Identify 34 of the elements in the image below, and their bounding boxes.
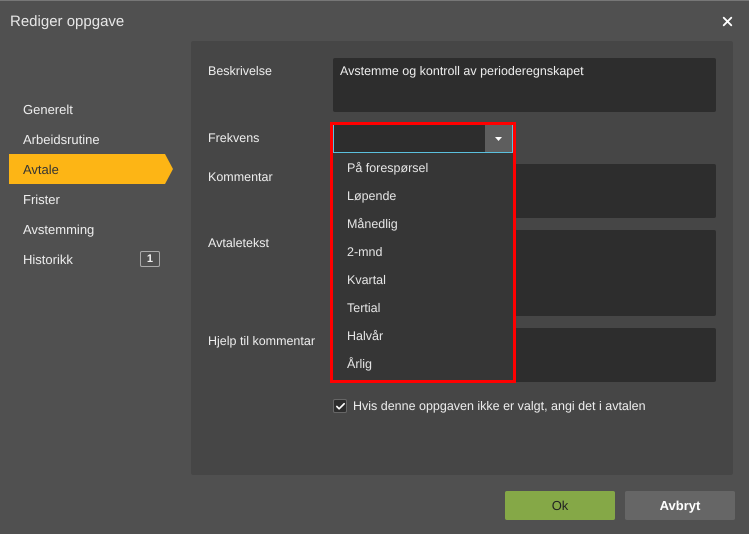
- window-title: Rediger oppgave: [10, 12, 124, 30]
- sidebar-item[interactable]: Arbeidsrutine: [9, 124, 160, 154]
- sidebar-item[interactable]: Avtale: [9, 154, 173, 184]
- count-badge: 1: [140, 251, 160, 267]
- dropdown-option[interactable]: Halvår: [333, 322, 513, 350]
- field-label: Frekvens: [208, 130, 260, 147]
- dropdown-option[interactable]: Kvartal: [333, 266, 513, 294]
- field-label: Beskrivelse: [208, 63, 273, 80]
- sidebar-item-label: Avstemming: [23, 222, 94, 236]
- sidebar-item-label: Arbeidsrutine: [23, 132, 100, 146]
- checkbox-label: Hvis denne oppgaven ikke er valgt, angi det i avtalen: [353, 399, 646, 413]
- dropdown-option[interactable]: Årlig: [333, 350, 513, 378]
- sidebar-item[interactable]: Historikk 1: [9, 244, 160, 274]
- ok-button[interactable]: Ok: [505, 491, 615, 520]
- caret-icon: [495, 136, 502, 140]
- field-label: Kommentar: [208, 169, 274, 186]
- field-label: Avtaletekst: [208, 235, 270, 252]
- sidebar-item[interactable]: Generelt: [9, 94, 160, 124]
- sidebar-item-label: Generelt: [23, 102, 73, 116]
- sidebar-item-label: Historikk: [23, 252, 73, 266]
- dropdown-option[interactable]: 2-mnd: [333, 238, 513, 266]
- checkbox[interactable]: [333, 399, 347, 413]
- sidebar-item-label: Avtale: [23, 162, 59, 176]
- text-area[interactable]: Avstemme og kontroll av perioderegnskapet: [333, 58, 716, 112]
- dropdown-option[interactable]: Månedlig: [333, 210, 513, 238]
- sidebar-item[interactable]: Frister: [9, 184, 160, 214]
- dropdown-option[interactable]: Tertial: [333, 294, 513, 322]
- sidebar-item-label: Frister: [23, 192, 60, 206]
- field-label: Hjelp til kommentar: [208, 333, 316, 350]
- cancel-button[interactable]: Avbryt: [625, 491, 735, 520]
- sidebar-item[interactable]: Avstemming: [9, 214, 160, 244]
- dropdown-option[interactable]: Løpende: [333, 182, 513, 210]
- frequency-select[interactable]: [333, 125, 513, 153]
- dropdown-option[interactable]: På forespørsel: [333, 154, 513, 182]
